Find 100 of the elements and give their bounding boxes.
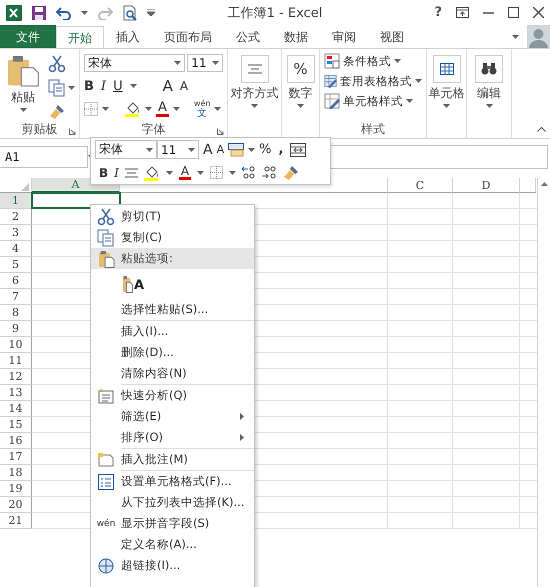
ribbon-tab[interactable]: 页面布局 [152,25,224,48]
maximize-icon[interactable] [508,7,519,18]
styles-menu-button[interactable]: 条件格式 [343,54,391,68]
number-format-button[interactable]: % 数字 [284,53,316,121]
table-style-icon[interactable] [324,93,340,109]
borders-icon[interactable] [210,166,224,179]
menu-item[interactable]: 清除内容(N) [91,363,254,384]
row-header[interactable]: 15 [0,417,32,433]
dropdown-caret-icon[interactable] [394,59,401,63]
menu-item[interactable]: 从下拉列表中选择(K)... [91,492,254,513]
format-painter-icon[interactable] [282,164,300,182]
bold-button[interactable]: B [84,78,94,94]
row-header[interactable]: 1 [0,193,32,209]
merge-cells-icon[interactable] [290,142,306,156]
shrink-font-button[interactable]: A [216,143,224,156]
row-header[interactable]: 9 [0,321,32,337]
menu-item[interactable]: 快速分析(Q) [91,385,254,406]
fill-color-icon[interactable] [125,101,141,117]
alignment-button[interactable]: 对齐方式 [228,53,280,121]
dialog-launcher-icon[interactable] [217,128,224,135]
copy-icon[interactable] [48,79,66,97]
ribbon-tab[interactable]: 插入 [104,25,152,48]
editing-button[interactable]: 编辑 [473,53,505,121]
cut-icon[interactable] [48,55,66,73]
menu-item[interactable]: 复制(C) [91,227,254,248]
grow-font-button[interactable]: A [203,142,213,158]
ribbon-display-icon[interactable] [456,7,469,18]
row-header[interactable]: 19 [0,481,32,497]
styles-menu-button[interactable]: 单元格样式 [343,94,403,108]
undo-icon[interactable] [56,6,72,20]
menu-item[interactable]: 设置单元格格式(F)... [91,471,254,492]
paste-button[interactable]: 粘贴 [4,53,42,121]
row-header[interactable]: 8 [0,305,32,321]
row-header[interactable]: 12 [0,369,32,385]
format-painter-icon[interactable] [48,103,66,121]
dropdown-caret-icon[interactable] [248,148,256,152]
vertical-scrollbar[interactable] [537,178,550,587]
menu-item[interactable]: 选择性粘贴(S)... [91,299,254,320]
font-name-field[interactable]: 宋体 [84,54,186,72]
ribbon-tab[interactable]: 公式 [224,25,272,48]
dropdown-caret-icon[interactable] [415,79,422,83]
menu-item[interactable]: 插入(I)... [91,321,254,342]
cells-button[interactable]: 单元格 [426,53,466,121]
ribbon-tab[interactable]: 开始 [56,26,104,49]
menu-item[interactable]: 定义名称(A)... [91,534,254,555]
paste-option-button[interactable]: A [121,275,144,293]
menu-item[interactable]: 筛选(E) [91,406,254,427]
dropdown-caret-icon[interactable] [81,10,88,14]
font-size-field[interactable]: 11 [187,54,223,72]
menu-item[interactable]: 超链接(I)... [91,555,254,576]
fill-color-icon[interactable] [144,164,160,180]
dropdown-caret-icon[interactable] [166,170,173,174]
customize-toolbar-icon[interactable] [147,9,155,16]
row-header[interactable]: 3 [0,225,32,241]
increase-decimal-icon[interactable] [242,166,256,179]
italic-button[interactable]: I [114,166,119,180]
menu-item[interactable]: 排序(O) [91,427,254,448]
decrease-decimal-icon[interactable] [262,166,276,179]
dialog-launcher-icon[interactable] [69,128,76,135]
dropdown-caret-icon[interactable] [197,170,204,174]
row-header[interactable]: 5 [0,257,32,273]
row-header[interactable]: 6 [0,273,32,289]
bold-button[interactable]: B [99,166,108,180]
menu-item[interactable]: 插入批注(M) [91,449,254,470]
borders-icon[interactable] [84,102,98,116]
grow-font-button[interactable]: A [162,77,173,95]
row-header[interactable]: 11 [0,353,32,369]
row-header[interactable]: 21 [0,513,32,529]
row-header[interactable]: 2 [0,209,32,225]
dropdown-caret-icon[interactable] [130,84,137,88]
name-box[interactable]: A1 [0,146,88,168]
row-header[interactable]: 18 [0,465,32,481]
dropdown-caret-icon[interactable] [512,34,519,38]
menu-item[interactable]: 删除(D)... [91,342,254,363]
menu-item[interactable]: wén 显示拼音字段(S) [91,513,254,534]
ribbon-tab[interactable]: 文件 [0,25,56,48]
font-color-button[interactable]: A [178,165,192,180]
ribbon-tab[interactable]: 审阅 [320,25,368,48]
table-style-icon[interactable] [324,53,340,69]
styles-menu-button[interactable]: 套用表格格式 [340,74,412,88]
align-center-icon[interactable] [124,168,138,178]
table-style-icon[interactable] [324,73,337,89]
row-header[interactable]: 4 [0,241,32,257]
font-color-button[interactable]: A [156,102,169,116]
save-icon[interactable] [31,4,47,20]
ribbon-tab[interactable]: 视图 [368,25,416,48]
dropdown-caret-icon[interactable] [145,107,152,111]
row-header[interactable]: 14 [0,401,32,417]
menu-item[interactable]: 剪切(T) [91,206,254,227]
row-header[interactable]: 10 [0,337,32,353]
percent-style-button[interactable]: % [259,142,272,157]
print-preview-icon[interactable] [122,4,138,20]
row-header[interactable]: 17 [0,449,32,465]
dropdown-caret-icon[interactable] [102,107,109,111]
row-header[interactable]: 13 [0,385,32,401]
dropdown-caret-icon[interactable] [406,99,413,103]
dropdown-caret-icon[interactable] [214,107,222,111]
row-header[interactable]: 7 [0,289,32,305]
collapse-ribbon-icon[interactable] [537,127,546,132]
font-size-field[interactable]: 11 [157,140,199,159]
